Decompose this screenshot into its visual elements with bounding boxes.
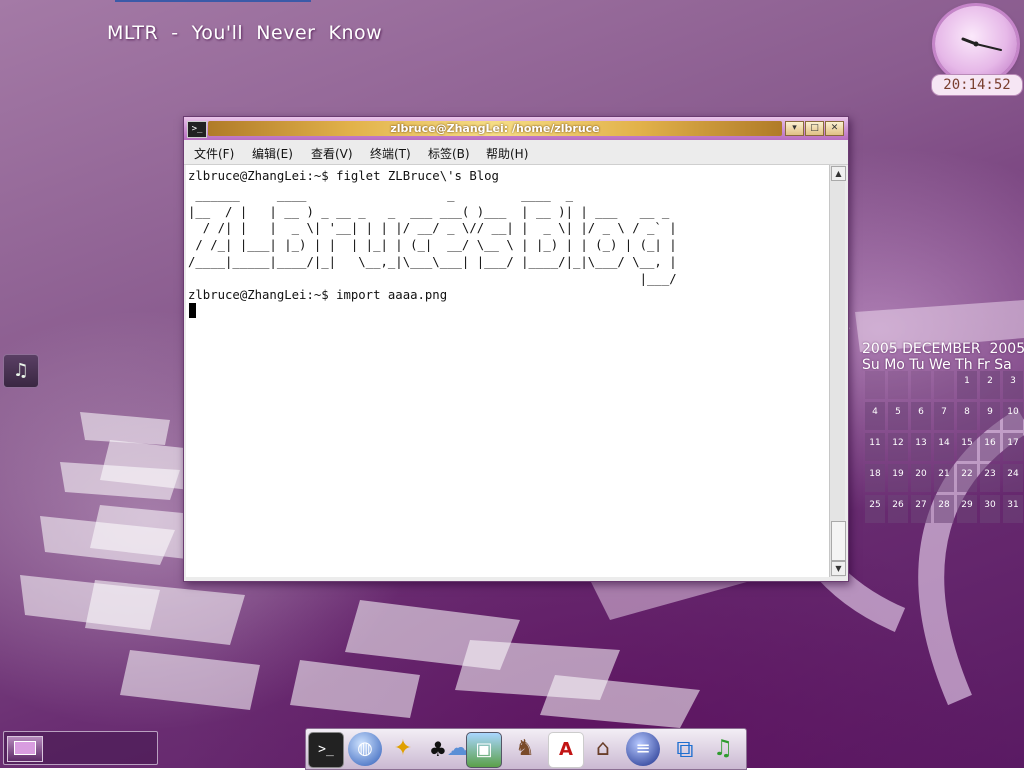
calendar-day[interactable]: 4 — [865, 402, 885, 430]
menu-tabs[interactable]: 标签(B) — [428, 145, 470, 162]
image-viewer-icon[interactable]: ▣ — [466, 732, 502, 768]
terminal-titlebar[interactable]: >_ zlbruce@ZhangLei: /home/zlbruce ▾ □ ✕ — [184, 117, 848, 140]
calendar-day[interactable]: 22 — [957, 464, 977, 492]
menu-view[interactable]: 查看(V) — [311, 145, 353, 162]
menu-bar: 文件(F) 编辑(E) 查看(V) 终端(T) 标签(B) 帮助(H) — [184, 140, 848, 165]
calendar-day[interactable]: 6 — [911, 402, 931, 430]
home-folder-icon[interactable]: ⌂ — [586, 732, 620, 766]
command-line-import: zlbruce@ZhangLei:~$ import aaaa.png — [188, 288, 448, 302]
scroll-down-button[interactable]: ▼ — [831, 561, 846, 576]
music-player-icon[interactable]: ♫ — [706, 732, 740, 766]
calendar-day[interactable]: 17 — [1003, 433, 1023, 461]
calendar-day[interactable]: 14 — [934, 433, 954, 461]
scroll-thumb[interactable] — [831, 521, 846, 561]
calendar-day[interactable]: 1 — [957, 371, 977, 399]
clock-widget: 20:14:52 — [931, 4, 1023, 96]
close-button[interactable]: ✕ — [825, 121, 844, 136]
calendar-empty-cell — [888, 371, 908, 399]
calendar-day[interactable]: 9 — [980, 402, 1000, 430]
calendar-day[interactable]: 3 — [1003, 371, 1023, 399]
window-title: zlbruce@ZhangLei: /home/zlbruce — [390, 122, 600, 135]
calendar-day[interactable]: 29 — [957, 495, 977, 523]
calendar-day[interactable]: 7 — [934, 402, 954, 430]
scroll-up-button[interactable]: ▲ — [831, 166, 846, 181]
desktop-pager[interactable] — [3, 731, 158, 765]
text-cursor — [189, 303, 196, 318]
calendar-day[interactable]: 8 — [957, 402, 977, 430]
digital-clock-readout: 20:14:52 — [931, 74, 1023, 96]
calendar-day[interactable]: 24 — [1003, 464, 1023, 492]
music-player-icon[interactable]: ♫ — [3, 354, 39, 388]
calendar-day[interactable]: 13 — [911, 433, 931, 461]
globe-browser-icon[interactable]: ◍ — [348, 732, 382, 766]
menu-edit[interactable]: 编辑(E) — [252, 145, 293, 162]
terminal-icon[interactable]: >_ — [187, 121, 207, 138]
pager-desktop-1[interactable] — [7, 736, 43, 762]
calendar-day[interactable]: 23 — [980, 464, 1000, 492]
calendar-day[interactable]: 2 — [980, 371, 1000, 399]
pager-desktop-2[interactable] — [47, 736, 81, 760]
calendar-day[interactable]: 5 — [888, 402, 908, 430]
calendar-empty-cell — [934, 371, 954, 399]
calendar-day[interactable]: 18 — [865, 464, 885, 492]
terminal-icon[interactable]: >_ — [308, 732, 344, 768]
calendar-day[interactable]: 28 — [934, 495, 954, 523]
calendar-day[interactable]: 12 — [888, 433, 908, 461]
minimize-button[interactable]: ▾ — [785, 121, 804, 136]
sphere-icon[interactable]: ≡ — [626, 732, 660, 766]
calendar-day[interactable]: 27 — [911, 495, 931, 523]
command-line-figlet: zlbruce@ZhangLei:~$ figlet ZLBruce\'s Bl… — [188, 169, 499, 183]
calendar-day[interactable]: 10 — [1003, 402, 1023, 430]
donkey-p2p-icon[interactable]: ♞ — [508, 732, 542, 766]
calendar-empty-cell — [865, 371, 885, 399]
top-accent-strip — [115, 0, 311, 2]
clock-hands-icon — [961, 37, 1002, 51]
now-playing-text: MLTR - You'll Never Know — [107, 22, 383, 44]
calendar-day[interactable]: 26 — [888, 495, 908, 523]
pager-window-thumbnail — [14, 741, 36, 755]
calendar-day[interactable]: 30 — [980, 495, 1000, 523]
figlet-ascii-banner: ______ ____ _ ____ _ |__ / | | __ ) _ __… — [188, 188, 677, 286]
calendar-day[interactable]: 11 — [865, 433, 885, 461]
calendar-day[interactable]: 20 — [911, 464, 931, 492]
calendar-day[interactable]: 19 — [888, 464, 908, 492]
vertical-scrollbar[interactable]: ▲ ▼ — [829, 165, 846, 577]
calendar-empty-cell — [911, 371, 931, 399]
terminal-output-area[interactable]: zlbruce@ZhangLei:~$ figlet ZLBruce\'s Bl… — [186, 165, 829, 577]
calendar-day[interactable]: 21 — [934, 464, 954, 492]
calendar-day[interactable]: 16 — [980, 433, 1000, 461]
menu-terminal[interactable]: 终端(T) — [370, 145, 411, 162]
menu-help[interactable]: 帮助(H) — [486, 145, 528, 162]
analog-clock-face — [935, 6, 1017, 82]
aim-messenger-icon[interactable]: ✦ — [386, 732, 420, 766]
maximize-button[interactable]: □ — [805, 121, 824, 136]
calendar-day[interactable]: 31 — [1003, 495, 1023, 523]
pdf-reader-icon[interactable]: A — [548, 732, 584, 768]
calendar-widget: 2005 DECEMBER 2005 Su Mo Tu We Th Fr Sa … — [860, 341, 1024, 526]
windows-icon[interactable]: ⧉ — [668, 732, 702, 766]
calendar-day[interactable]: 25 — [865, 495, 885, 523]
application-dock: >_ ◍ ✦ ♣ ☁ ▣ ♞ A ⌂ ≡ ⧉ ♫ — [305, 728, 747, 770]
calendar-day[interactable]: 15 — [957, 433, 977, 461]
terminal-window: >_ zlbruce@ZhangLei: /home/zlbruce ▾ □ ✕… — [183, 116, 849, 582]
menu-file[interactable]: 文件(F) — [194, 145, 234, 162]
calendar-header: 2005 DECEMBER 2005 — [862, 341, 1024, 357]
